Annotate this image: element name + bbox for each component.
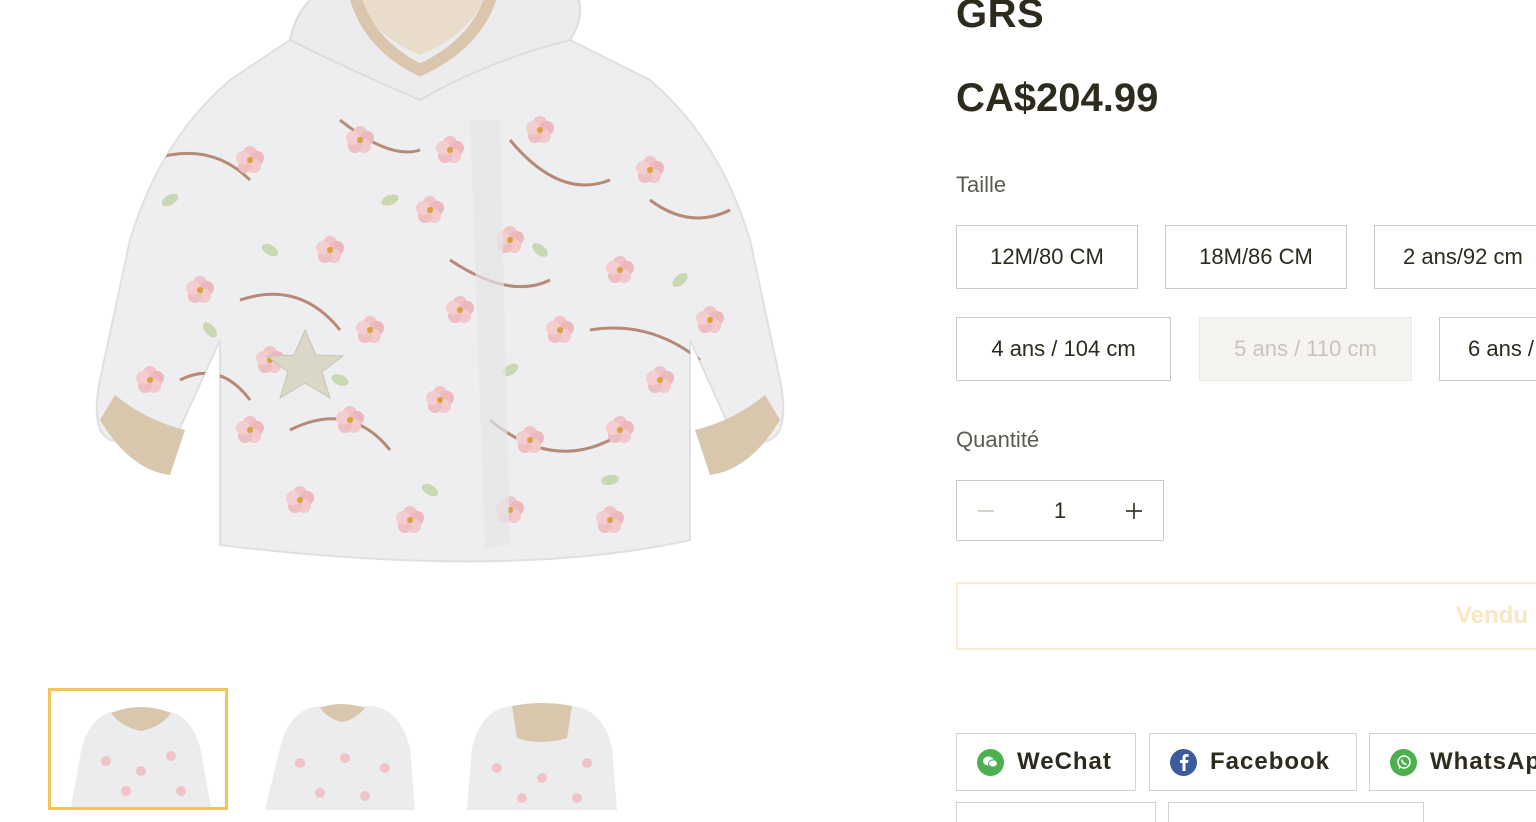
plus-icon[interactable] bbox=[1105, 481, 1163, 540]
size-option-18m[interactable]: 18M/86 CM bbox=[1165, 225, 1347, 289]
share-facebook-label: Facebook bbox=[1210, 748, 1331, 775]
share-facebook-button[interactable]: Facebook bbox=[1149, 733, 1357, 791]
size-label: Taille bbox=[956, 172, 1007, 197]
share-whatsapp-button[interactable]: WhatsAp bbox=[1369, 733, 1536, 791]
quantity-label: Quantité bbox=[956, 427, 1040, 452]
gallery-thumbnail[interactable] bbox=[452, 688, 632, 810]
quantity-stepper: 1 bbox=[956, 480, 1164, 541]
share-wechat-label: WeChat bbox=[1017, 748, 1112, 775]
wechat-icon bbox=[977, 748, 1004, 776]
size-option-4-ans[interactable]: 4 ans / 104 cm bbox=[956, 317, 1171, 381]
size-option-6-ans[interactable]: 6 ans / bbox=[1439, 317, 1536, 381]
minus-icon[interactable] bbox=[957, 481, 1015, 540]
whatsapp-icon bbox=[1390, 748, 1417, 776]
share-more-button[interactable] bbox=[1168, 802, 1424, 822]
size-option-2-ans[interactable]: 2 ans/92 cm bbox=[1374, 225, 1536, 289]
facebook-icon bbox=[1170, 748, 1197, 776]
share-whatsapp-label: WhatsAp bbox=[1430, 748, 1536, 775]
gallery-thumbnail[interactable] bbox=[250, 688, 430, 810]
quantity-value[interactable]: 1 bbox=[1015, 498, 1105, 524]
product-price: CA$204.99 bbox=[956, 76, 1159, 120]
share-more-button[interactable] bbox=[956, 802, 1156, 822]
size-option-5-ans[interactable]: 5 ans / 110 cm bbox=[1199, 317, 1412, 381]
share-wechat-button[interactable]: WeChat bbox=[956, 733, 1136, 791]
product-title: GRS bbox=[956, 0, 1045, 36]
sold-out-label: Vendu bbox=[1456, 602, 1529, 629]
product-main-image bbox=[90, 0, 790, 600]
gallery-thumbnail[interactable] bbox=[48, 688, 228, 810]
sold-out-button[interactable]: Vendu bbox=[956, 582, 1536, 650]
size-option-12m[interactable]: 12M/80 CM bbox=[956, 225, 1138, 289]
